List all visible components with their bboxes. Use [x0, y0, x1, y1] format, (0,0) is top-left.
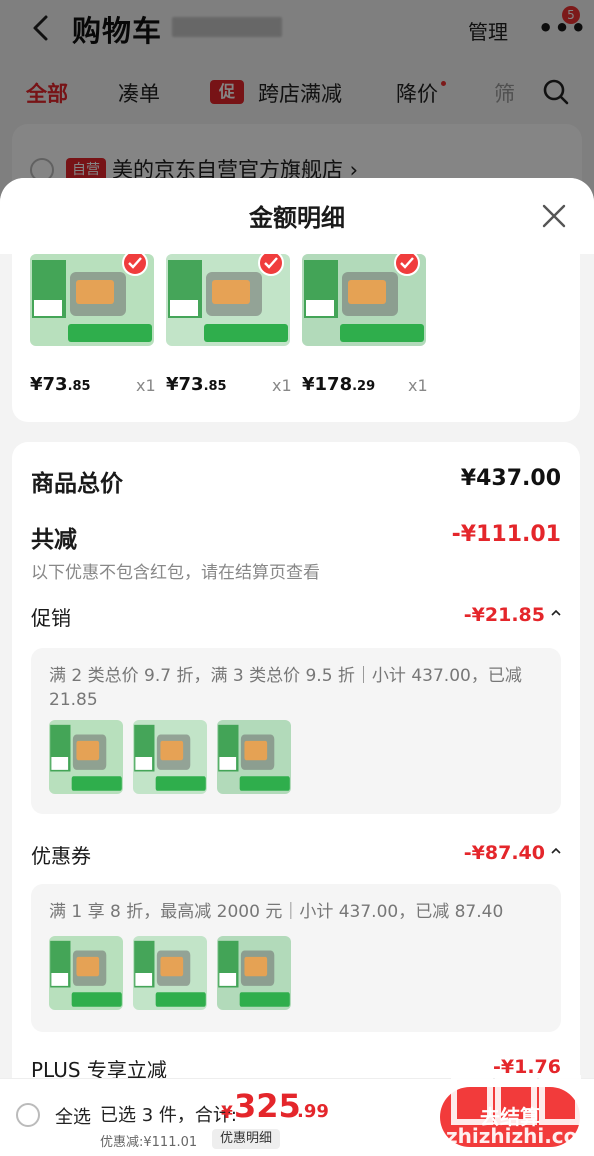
product-thumbnail — [49, 720, 123, 794]
selected-count: 已选 3 件，合计: — [100, 1105, 237, 1126]
item-quantity: x1 — [272, 376, 292, 395]
total-amount: ¥437.00 — [460, 466, 561, 491]
item-quantity: x1 — [408, 376, 428, 395]
selected-items-card: ¥73.85 x1 ¥73.85 x1 ¥178.29 x1 — [12, 254, 580, 422]
coupon-detail-box: 满 1 享 8 折，最高减 2000 元｜小计 437.00，已减 87.40 — [31, 884, 561, 1032]
item-price-dec: .85 — [203, 379, 227, 394]
chevron-up-icon — [551, 609, 561, 616]
product-thumbnail — [133, 720, 207, 794]
total-label: 商品总价 — [31, 471, 123, 497]
promo-amount: -¥21.85 — [463, 604, 545, 626]
product-image — [49, 936, 123, 1010]
coupon-desc: 满 1 享 8 折，最高减 2000 元｜小计 437.00，已减 87.40 — [49, 902, 504, 922]
product-thumbnail[interactable] — [30, 254, 154, 346]
item-price-int: ¥178 — [302, 374, 353, 395]
item-price: ¥73.85 — [166, 374, 227, 395]
reduce-note: 以下优惠不包含红包，请在结算页查看 — [31, 563, 320, 583]
product-thumbnail — [49, 936, 123, 1010]
discount-summary: 优惠减:¥111.01 — [100, 1135, 198, 1150]
product-image — [217, 720, 291, 794]
sheet-title: 金额明细 — [249, 204, 345, 232]
item-price-dec: .29 — [352, 379, 376, 394]
product-thumbnail[interactable] — [166, 254, 290, 346]
discount-detail-button[interactable]: 优惠明细 — [212, 1129, 281, 1149]
reduce-label: 共减 — [31, 527, 77, 553]
item-price: ¥178.29 — [302, 374, 375, 395]
product-image — [49, 720, 123, 794]
product-image — [133, 936, 207, 1010]
item-price-dec: .85 — [67, 379, 91, 394]
select-all-label[interactable]: 全选 — [55, 1103, 91, 1129]
sheet-header: 金额明细 — [0, 178, 594, 254]
select-all-radio[interactable] — [16, 1103, 40, 1127]
coupon-label: 优惠券 — [31, 844, 91, 868]
item-quantity: x1 — [136, 376, 156, 395]
product-thumbnail — [217, 936, 291, 1010]
amount-detail-sheet: 金额明细 ¥73.85 x1 ¥73.85 x1 ¥178.29 x1 商品总价 ¥437… — [0, 178, 594, 1156]
product-thumbnail — [217, 720, 291, 794]
close-icon[interactable] — [540, 202, 568, 230]
total-currency: ¥ — [221, 1103, 233, 1123]
watermark-text: zhizhizhi.com — [446, 1124, 594, 1148]
item-price: ¥73.85 — [30, 374, 91, 395]
total-decimal: .99 — [297, 1101, 329, 1122]
promo-label: 促销 — [31, 606, 71, 630]
chevron-up-icon — [551, 847, 561, 854]
product-thumbnail — [133, 936, 207, 1010]
price-detail-card: 商品总价 ¥437.00 共减 -¥111.01 以下优惠不包含红包，请在结算页… — [12, 442, 580, 1156]
reduce-amount: -¥111.01 — [451, 522, 561, 547]
coupon-toggle[interactable]: -¥87.40 — [464, 842, 561, 864]
coupon-amount: -¥87.40 — [463, 842, 545, 864]
product-thumbnail[interactable] — [302, 254, 426, 346]
item-price-int: ¥73 — [30, 374, 68, 395]
promo-toggle[interactable]: -¥21.85 — [464, 604, 561, 626]
promo-detail-box: 满 2 类总价 9.7 折，满 3 类总价 9.5 折｜小计 437.00，已减… — [31, 648, 561, 814]
promo-desc: 满 2 类总价 9.7 折，满 3 类总价 9.5 折｜小计 437.00，已减… — [49, 666, 522, 710]
item-price-int: ¥73 — [166, 374, 204, 395]
total-integer: 325 — [234, 1087, 301, 1125]
product-image — [133, 720, 207, 794]
product-image — [217, 936, 291, 1010]
